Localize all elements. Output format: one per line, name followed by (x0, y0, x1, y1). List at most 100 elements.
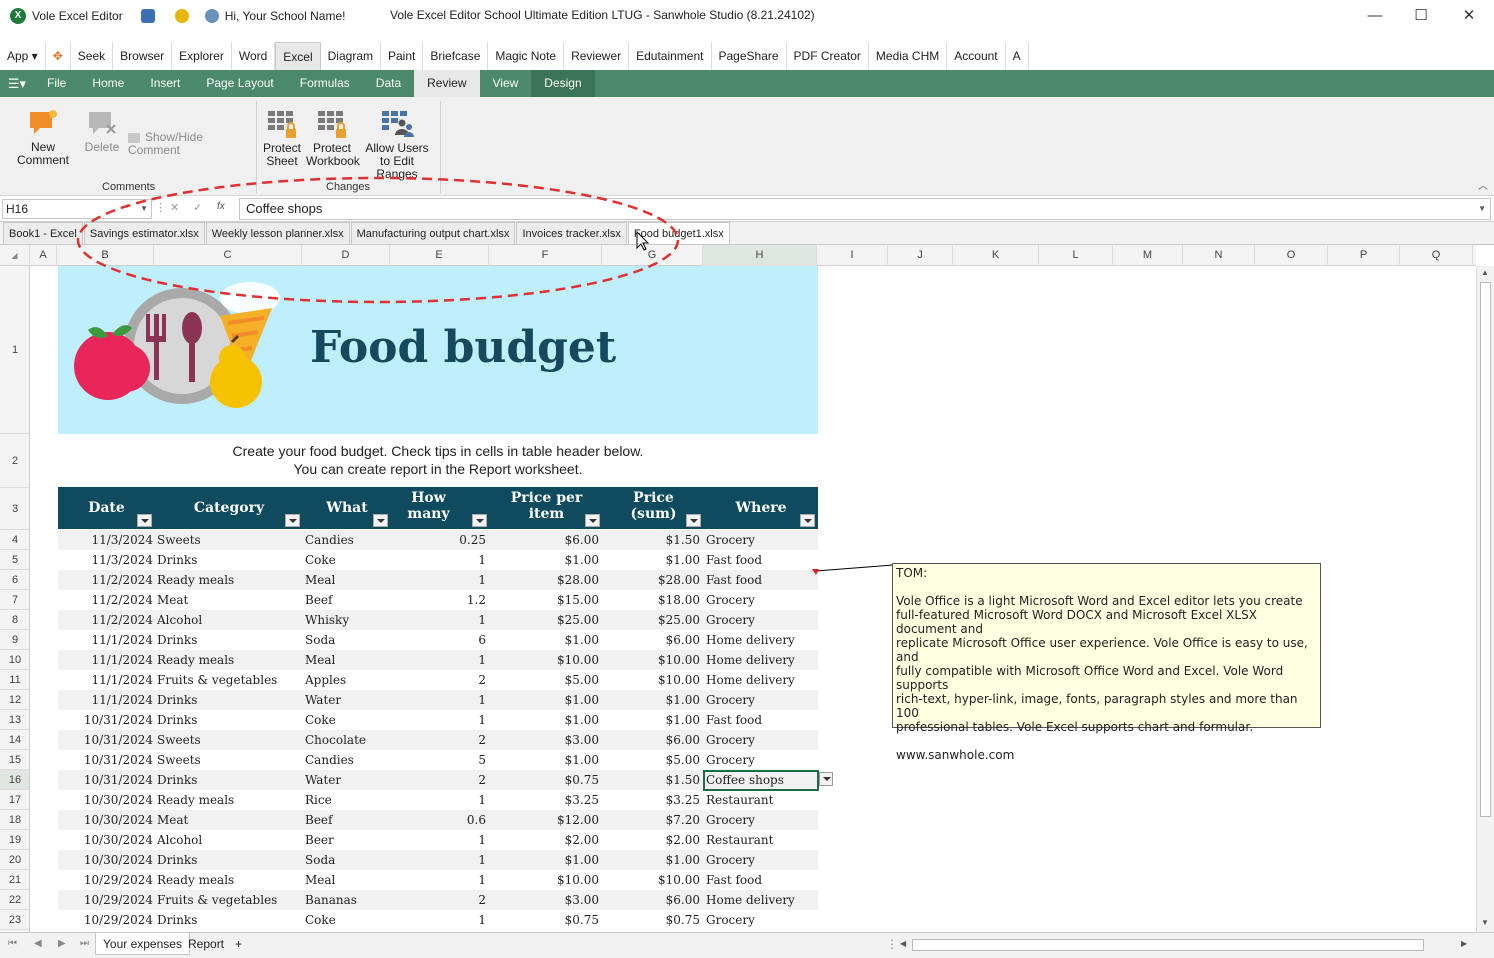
move-icon[interactable]: ✥ (45, 42, 71, 70)
first-sheet-icon[interactable]: ⏮ (8, 938, 17, 949)
column-header[interactable]: J (888, 245, 953, 266)
new-comment-button[interactable]: New Comment (6, 109, 80, 167)
allow-users-edit-ranges-button[interactable]: Allow Users to Edit Ranges (360, 109, 434, 181)
last-sheet-icon[interactable]: ⏭ (80, 938, 89, 949)
scroll-right-icon[interactable]: ▶ (1461, 939, 1467, 948)
tab-formulas[interactable]: Formulas (287, 70, 363, 97)
row-header[interactable]: 13 (0, 710, 29, 730)
app-menu-button[interactable]: App ▾ (0, 42, 46, 70)
row-header[interactable]: 4 (0, 530, 29, 550)
table-row[interactable]: 10/29/2024 Ready meals Meal 1 $10.00 $10.00 Fa… (58, 870, 818, 890)
app-menu-pdf-creator[interactable]: PDF Creator (786, 42, 869, 70)
row-header[interactable]: 10 (0, 650, 29, 670)
table-row[interactable]: 10/29/2024 Drinks Coke 1 $0.75 $0.75 Grocery (58, 910, 818, 930)
doc-tab-invoices-tracker[interactable]: Invoices tracker.xlsx (516, 222, 627, 244)
table-row[interactable]: 11/1/2024 Ready meals Meal 1 $10.00 $10.00 Hom… (58, 650, 818, 670)
table-row[interactable]: 10/30/2024 Drinks Soda 1 $1.00 $1.00 Grocery (58, 850, 818, 870)
protect-sheet-button[interactable]: Protect Sheet (260, 109, 304, 168)
formula-input[interactable]: Coffee shops ▼ (239, 198, 1491, 220)
doc-tab-food-budget[interactable]: Food budget1.xlsx (627, 222, 730, 244)
row-header[interactable]: 20 (0, 850, 29, 870)
app-menu-media-chm[interactable]: Media CHM (868, 42, 948, 70)
quick-menu-icon[interactable]: ☰▾ (0, 70, 34, 97)
horizontal-scrollbar[interactable]: ◀ ▶ (898, 937, 1473, 953)
table-row[interactable]: 11/2/2024 Meat Beef 1.2 $15.00 $18.00 Grocery (58, 590, 818, 610)
app-menu-account[interactable]: Account (947, 42, 1006, 70)
row-header[interactable]: 7 (0, 590, 29, 610)
app-menu-explorer[interactable]: Explorer (172, 42, 232, 70)
row-header[interactable]: 18 (0, 810, 29, 830)
column-header[interactable]: Q (1400, 245, 1473, 266)
doc-tab-savings-estimator[interactable]: Savings estimator.xlsx (83, 222, 205, 244)
row-header[interactable]: 12 (0, 690, 29, 710)
scroll-left-icon[interactable]: ◀ (900, 939, 906, 948)
row-header[interactable]: 1 (0, 266, 29, 434)
table-row[interactable]: 10/30/2024 Meat Beef 0.6 $12.00 $7.20 Grocery (58, 810, 818, 830)
app-menu-excel[interactable]: Excel (275, 42, 321, 70)
vertical-scrollbar[interactable]: ▲ ▼ (1476, 266, 1494, 932)
selected-cell[interactable] (703, 770, 819, 791)
row-header[interactable]: 14 (0, 730, 29, 750)
cell-dropdown-button[interactable] (819, 772, 833, 786)
cancel-entry-icon[interactable]: ✕ (170, 201, 179, 214)
highway-icon[interactable] (140, 9, 155, 23)
filter-dropdown-icon[interactable] (585, 514, 600, 527)
confirm-entry-icon[interactable]: ✓ (193, 201, 202, 214)
row-header[interactable]: 2 (0, 434, 29, 488)
filter-dropdown-icon[interactable] (137, 514, 152, 527)
row-header[interactable]: 22 (0, 890, 29, 910)
table-row[interactable]: 11/2/2024 Ready meals Meal 1 $28.00 $28.00 Fas… (58, 570, 818, 590)
table-row[interactable]: 10/29/2024 Fruits & vegetables Bananas 2 $3.… (58, 890, 818, 910)
column-header[interactable]: I (817, 245, 888, 266)
app-menu-word[interactable]: Word (231, 42, 276, 70)
show-hide-comment-button[interactable]: Show/Hide Comment (128, 131, 252, 157)
app-menu-pageshare[interactable]: PageShare (711, 42, 787, 70)
table-row[interactable]: 11/1/2024 Drinks Water 1 $1.00 $1.00 Grocery (58, 690, 818, 710)
name-box[interactable]: H16 ▼ (2, 199, 152, 219)
tab-view[interactable]: View (480, 70, 532, 97)
protect-workbook-button[interactable]: Protect Workbook (306, 109, 360, 168)
prev-sheet-icon[interactable]: ◀ (34, 938, 42, 949)
filter-dropdown-icon[interactable] (472, 514, 487, 527)
sheet-tab-report[interactable]: Report (181, 933, 231, 955)
chevron-down-icon[interactable]: ▼ (140, 200, 148, 218)
table-row[interactable]: 11/3/2024 Sweets Candies 0.25 $6.00 $1.50 Groc… (58, 530, 818, 550)
scroll-up-icon[interactable]: ▲ (1481, 268, 1489, 277)
column-header[interactable]: C (154, 245, 302, 266)
row-header[interactable]: 23 (0, 910, 29, 930)
splitter-icon[interactable]: ⋮ (886, 937, 898, 951)
filter-dropdown-icon[interactable] (285, 514, 300, 527)
sheet-tab-your-expenses[interactable]: Your expenses (95, 933, 190, 955)
row-header[interactable]: 15 (0, 750, 29, 770)
cell-comment[interactable]: TOM: Vole Office is a light Microsoft Wo… (892, 563, 1321, 762)
maximize-button[interactable]: ☐ (1398, 0, 1444, 32)
table-row[interactable]: 11/2/2024 Alcohol Whisky 1 $25.00 $25.00 Groce… (58, 610, 818, 630)
table-row[interactable]: 10/31/2024 Sweets Candies 5 $1.00 $5.00 Grocer… (58, 750, 818, 770)
doc-tab-book1[interactable]: Book1 - Excel (3, 222, 83, 244)
tab-file[interactable]: File (34, 70, 79, 97)
column-header[interactable]: E (390, 245, 489, 266)
scroll-down-icon[interactable]: ▼ (1481, 918, 1489, 927)
filter-dropdown-icon[interactable] (686, 514, 701, 527)
tab-review[interactable]: Review (414, 70, 480, 97)
minimize-button[interactable]: — (1352, 0, 1398, 32)
column-header[interactable]: K (953, 245, 1039, 266)
table-row[interactable]: 11/1/2024 Drinks Soda 6 $1.00 $6.00 Home deliv… (58, 630, 818, 650)
column-header[interactable]: F (489, 245, 602, 266)
app-menu-a[interactable]: A (1005, 42, 1029, 70)
row-header[interactable]: 17 (0, 790, 29, 810)
app-menu-paint[interactable]: Paint (381, 42, 424, 70)
doc-tab-weekly-lesson-planner[interactable]: Weekly lesson planner.xlsx (205, 222, 350, 244)
table-row[interactable]: 11/1/2024 Fruits & vegetables Apples 2 $5.00… (58, 670, 818, 690)
app-menu-briefcase[interactable]: Briefcase (423, 42, 489, 70)
table-row[interactable]: 11/3/2024 Drinks Coke 1 $1.00 $1.00 Fast food (58, 550, 818, 570)
app-menu-magic-note[interactable]: Magic Note (488, 42, 565, 70)
add-sheet-button[interactable]: + (228, 933, 249, 955)
insert-function-icon[interactable]: fx (217, 201, 225, 212)
app-menu-diagram[interactable]: Diagram (320, 42, 381, 70)
filter-dropdown-icon[interactable] (373, 514, 388, 527)
tab-page-layout[interactable]: Page Layout (193, 70, 286, 97)
tab-data[interactable]: Data (363, 70, 414, 97)
drag-handle-icon[interactable]: ⋮ (155, 201, 166, 214)
delete-comment-button[interactable]: Delete (82, 109, 122, 154)
